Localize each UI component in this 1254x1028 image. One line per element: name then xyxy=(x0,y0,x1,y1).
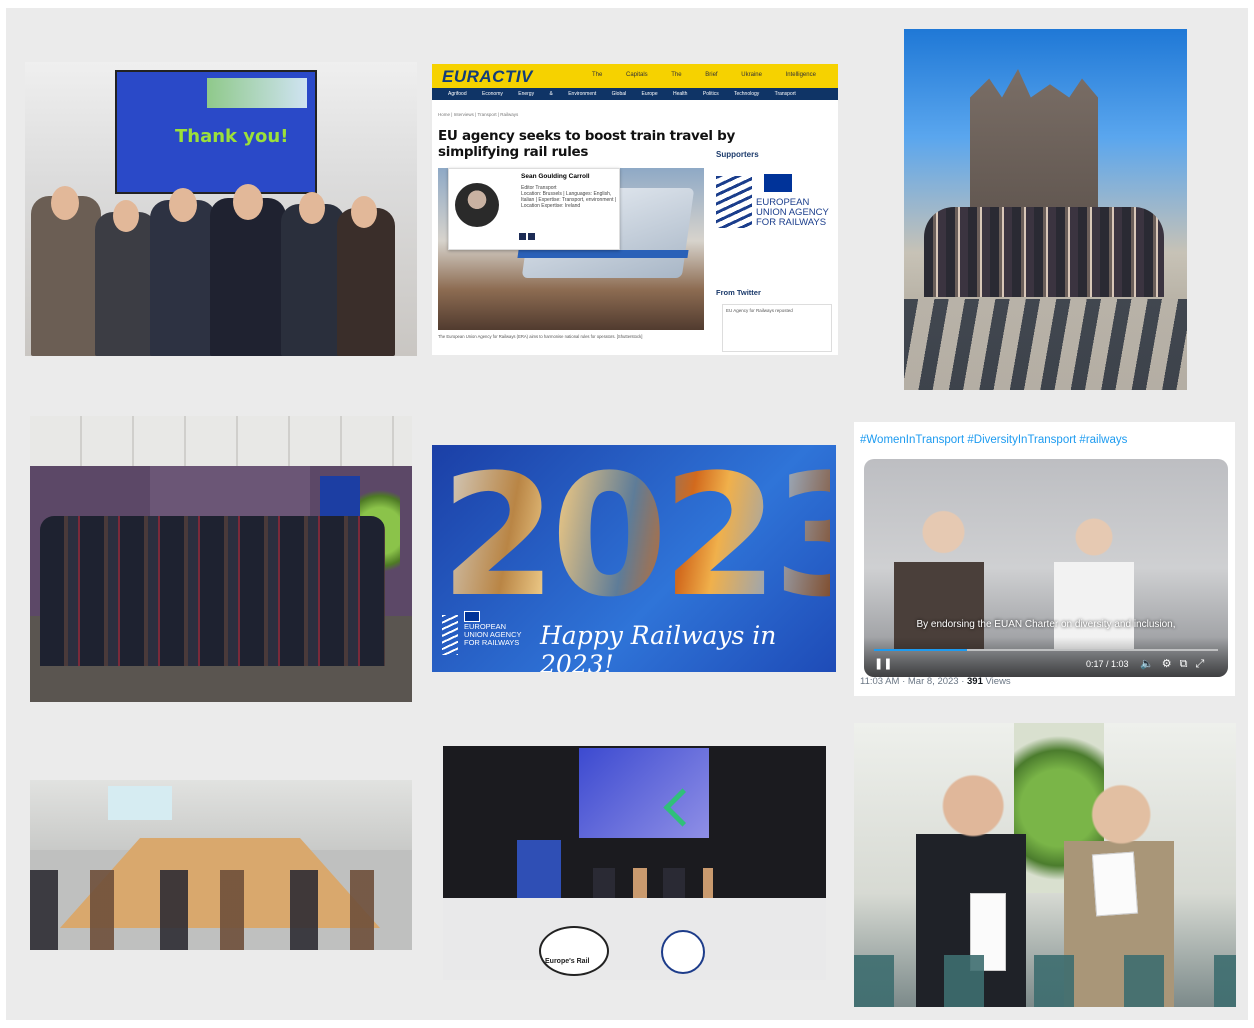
avatar xyxy=(455,183,499,227)
person xyxy=(150,200,216,356)
presentation-screen xyxy=(579,748,709,838)
pip-icon[interactable]: ⧉ xyxy=(1180,658,1196,670)
europes-rail-logo: Europe's Rail xyxy=(539,926,609,976)
euractiv-article-screenshot: EURACTIV The Capitals The Brief Ukraine … xyxy=(432,64,838,355)
site-header: EURACTIV The Capitals The Brief Ukraine … xyxy=(432,64,838,88)
chairs xyxy=(854,955,1236,1007)
author-details: Location: Brussels | Languages: English,… xyxy=(521,191,617,209)
photo-signing-ceremony xyxy=(854,723,1236,1007)
euspa-logo xyxy=(661,930,705,974)
tweet-preview: EU Agency for Railways reposted xyxy=(722,304,832,352)
supporters-heading: Supporters xyxy=(716,150,759,159)
fullscreen-icon[interactable]: ⤢ xyxy=(1195,658,1212,670)
person xyxy=(337,208,395,356)
share-icon xyxy=(519,233,526,240)
group-of-people xyxy=(924,207,1164,297)
from-twitter-heading: From Twitter xyxy=(716,288,761,297)
panelists xyxy=(593,868,713,902)
group-of-people xyxy=(40,516,385,666)
photo-workshop xyxy=(30,780,412,950)
greeting-text: Happy Railways in 2023! xyxy=(540,621,777,672)
author-card: Sean Goulding Carroll Editor Transport L… xyxy=(448,168,620,250)
volume-icon[interactable]: 🔈 xyxy=(1140,658,1162,670)
presentation-screen: Thank you! xyxy=(115,70,317,194)
eu-flag-icon xyxy=(464,611,480,622)
video-controls: ❚❚ 0:17 / 1:03 🔈⚙⧉⤢ xyxy=(864,637,1228,677)
era-logo-text: EUROPEAN UNION AGENCY FOR RAILWAYS xyxy=(756,197,829,228)
photo-cathedral-group xyxy=(904,29,1187,390)
progress-bar[interactable] xyxy=(874,649,1218,651)
collage-canvas: Thank you! EURACTIV The Capitals The Bri… xyxy=(6,8,1248,1020)
settings-icon[interactable]: ⚙ xyxy=(1162,658,1180,670)
greeting-card-2023: 2023 EUROPEAN UNION AGENCY FOR RAILWAYS … xyxy=(432,445,836,672)
panel-table xyxy=(443,898,826,980)
views-count: 391 xyxy=(967,676,983,687)
eu-flag-icon xyxy=(764,174,792,192)
author-name: Sean Goulding Carroll xyxy=(521,173,590,180)
pause-icon[interactable]: ❚❚ xyxy=(874,657,892,670)
document xyxy=(1091,851,1139,917)
photo-conference-panel: Europe's Rail xyxy=(443,746,826,980)
person xyxy=(95,212,157,356)
person xyxy=(281,204,345,356)
image-caption: The European Union Agency for Railways (… xyxy=(438,334,643,339)
person xyxy=(210,198,286,356)
era-logo: EUROPEAN UNION AGENCY FOR RAILWAYS xyxy=(716,170,836,260)
era-logo: EUROPEAN UNION AGENCY FOR RAILWAYS xyxy=(442,611,528,663)
share-icon xyxy=(528,233,535,240)
participants xyxy=(30,870,412,950)
euractiv-logo: EURACTIV xyxy=(442,67,533,86)
progress-fill xyxy=(874,649,967,651)
tweet-meta: 11:03 AM · Mar 8, 2023 · 391 Views xyxy=(860,676,1011,687)
tweet-video-embed: #WomenInTransport #DiversityInTransport … xyxy=(854,422,1235,696)
top-nav: The Capitals The Brief Ukraine Intellige… xyxy=(592,72,816,78)
video-time: 0:17 / 1:03 xyxy=(1086,659,1129,669)
photo-meeting-room-group xyxy=(30,416,412,702)
hashtags[interactable]: #WomenInTransport #DiversityInTransport … xyxy=(860,434,1127,446)
person xyxy=(31,196,101,356)
video-player[interactable]: By endorsing the EUAN Charter on diversi… xyxy=(864,459,1228,677)
photo-thank-you-group: Thank you! xyxy=(25,62,417,356)
era-logo-text: EUROPEAN UNION AGENCY FOR RAILWAYS xyxy=(464,622,522,647)
year-digits: 2023 xyxy=(440,445,836,634)
projection-screen xyxy=(108,786,172,820)
screen-text: Thank you! xyxy=(175,126,289,147)
video-subtitle: By endorsing the EUAN Charter on diversi… xyxy=(916,619,1176,630)
breadcrumb: Home | Interviews | Transport | Railways xyxy=(438,112,519,117)
section-nav: Agrifood Economy Energy & Environment Gl… xyxy=(432,88,838,100)
